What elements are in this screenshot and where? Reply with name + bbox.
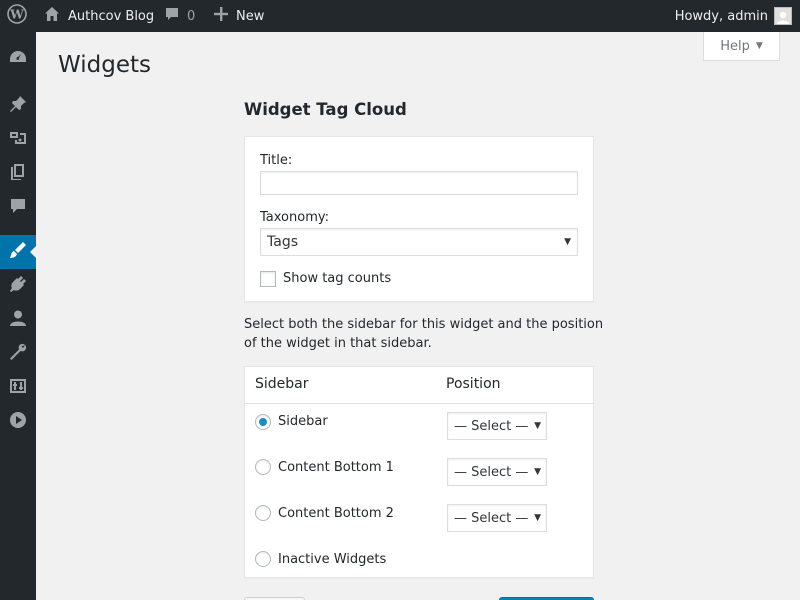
- content-bottom-1-position-select[interactable]: — Select — ▼: [447, 458, 547, 486]
- taxonomy-label: Taxonomy:: [260, 210, 329, 225]
- settings-icon: [9, 377, 27, 399]
- inactive-widgets-label[interactable]: Inactive Widgets: [278, 552, 386, 567]
- svg-text:W: W: [9, 8, 24, 22]
- tools-icon: [9, 343, 27, 365]
- caret-down-icon: ▼: [755, 41, 763, 51]
- pages-icon: [9, 163, 27, 185]
- avatar: [774, 7, 792, 25]
- menu-pages[interactable]: [0, 157, 36, 191]
- sidebar-help-text: Select both the sidebar for this widget …: [244, 317, 604, 351]
- menu-posts[interactable]: [0, 89, 36, 123]
- play-icon: [9, 411, 27, 433]
- page-title: Widgets: [58, 52, 151, 78]
- sidebar-radio[interactable]: [255, 414, 271, 430]
- comment-bubble-icon: [164, 6, 180, 26]
- wordpress-logo-menu[interactable]: W: [7, 0, 27, 32]
- menu-media[interactable]: [0, 123, 36, 157]
- position-selected-value: — Select —: [454, 464, 529, 480]
- new-content-menu[interactable]: New: [214, 0, 264, 32]
- dropdown-arrow-icon: ▼: [534, 467, 541, 477]
- dropdown-arrow-icon: ▼: [564, 237, 571, 247]
- content-bottom-2-radio[interactable]: [255, 505, 271, 521]
- comments-icon: [9, 197, 27, 219]
- comment-count: 0: [187, 8, 196, 24]
- help-tab-button[interactable]: Help ▼: [703, 32, 780, 61]
- show-tag-counts-checkbox[interactable]: [260, 271, 276, 287]
- help-label: Help: [720, 38, 750, 54]
- dashboard-icon: [9, 49, 27, 71]
- sidebar-option-label[interactable]: Sidebar: [278, 414, 328, 429]
- position-selected-value: — Select —: [454, 510, 529, 526]
- widget-form-card: Title: Taxonomy: Tags ▼ Show tag counts: [244, 136, 594, 302]
- header-divider: [245, 403, 593, 404]
- appearance-icon: [9, 241, 27, 263]
- howdy-label: Howdy, admin: [674, 8, 768, 24]
- taxonomy-select[interactable]: Tags ▼: [260, 228, 578, 256]
- menu-plugins[interactable]: [0, 269, 36, 303]
- site-name-label: Authcov Blog: [68, 8, 155, 24]
- inactive-widgets-radio[interactable]: [255, 551, 271, 567]
- media-icon: [9, 129, 27, 151]
- content-bottom-1-label[interactable]: Content Bottom 1: [278, 460, 394, 475]
- position-column-header: Position: [446, 376, 501, 392]
- dropdown-arrow-icon: ▼: [534, 421, 541, 431]
- users-icon: [9, 309, 27, 331]
- account-menu[interactable]: Howdy, admin: [675, 0, 792, 32]
- admin-side-menu: [0, 32, 37, 600]
- title-input[interactable]: [260, 171, 578, 195]
- menu-tools[interactable]: [0, 337, 36, 371]
- title-label: Title:: [260, 153, 293, 168]
- sidebar-position-select[interactable]: — Select — ▼: [447, 412, 547, 440]
- plus-icon: [214, 7, 228, 25]
- menu-plugin-media[interactable]: [0, 405, 36, 439]
- menu-users[interactable]: [0, 303, 36, 337]
- new-label: New: [236, 8, 265, 24]
- pushpin-icon: [9, 95, 27, 117]
- menu-settings[interactable]: [0, 371, 36, 405]
- admin-bar: W Authcov Blog 0 New Howdy, admin: [0, 0, 800, 32]
- menu-appearance[interactable]: [0, 235, 37, 269]
- content-bottom-1-radio[interactable]: [255, 459, 271, 475]
- sidebar-column-header: Sidebar: [255, 376, 309, 392]
- plugins-icon: [9, 275, 27, 297]
- position-selected-value: — Select —: [454, 418, 529, 434]
- taxonomy-selected-value: Tags: [267, 234, 298, 250]
- dropdown-arrow-icon: ▼: [534, 513, 541, 523]
- content-bottom-2-position-select[interactable]: — Select — ▼: [447, 504, 547, 532]
- sidebar-position-table: Sidebar Position Sidebar — Select — ▼ Co…: [244, 366, 594, 578]
- show-tag-counts-label[interactable]: Show tag counts: [283, 271, 391, 286]
- site-name-link[interactable]: Authcov Blog: [44, 0, 154, 32]
- home-icon: [44, 6, 60, 26]
- menu-comments[interactable]: [0, 191, 36, 225]
- widget-title: Widget Tag Cloud: [244, 100, 407, 119]
- comments-link[interactable]: 0: [164, 0, 195, 32]
- menu-dashboard[interactable]: [0, 43, 36, 77]
- wordpress-logo-icon: W: [7, 4, 27, 28]
- content-bottom-2-label[interactable]: Content Bottom 2: [278, 506, 394, 521]
